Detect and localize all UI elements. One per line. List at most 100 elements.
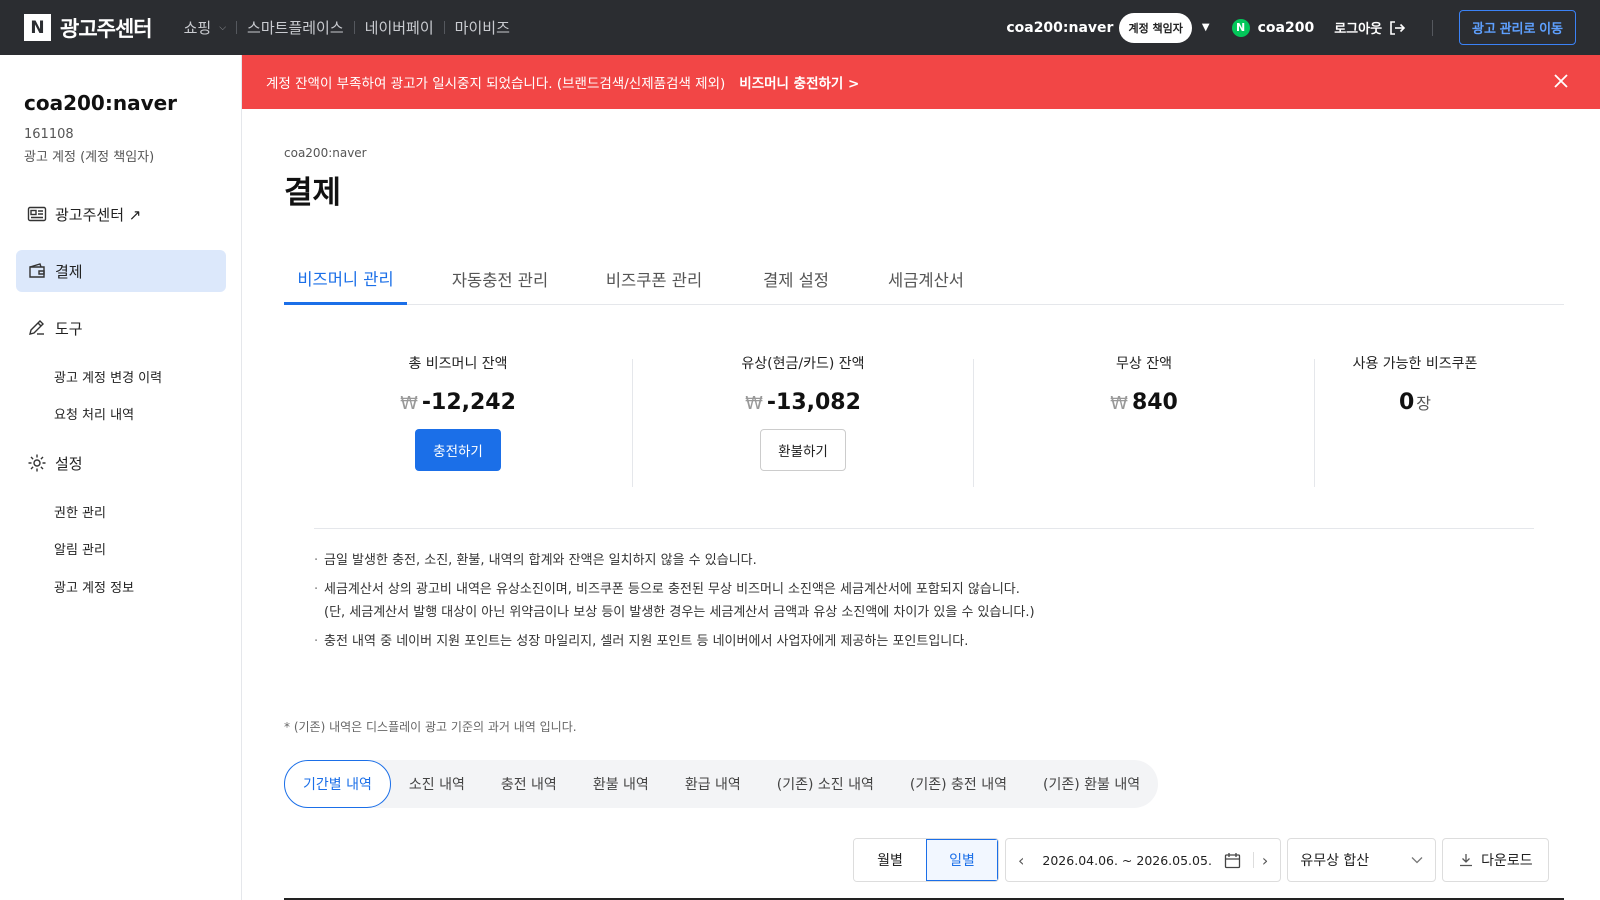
chevron-right-icon[interactable]: › <box>1262 851 1268 870</box>
currency-symbol: ₩ <box>400 393 418 414</box>
top-nav-label: 쇼핑 <box>183 19 212 37</box>
tab-tax-invoice[interactable]: 세금계산서 <box>876 253 976 305</box>
main-content: coa200:naver 결제 비즈머니 관리 자동충전 관리 비즈쿠폰 관리 … <box>242 109 1600 900</box>
charge-bizmoney-link[interactable]: 비즈머니 충전하기 > <box>739 72 859 92</box>
coupon-value: 0장 <box>1315 390 1515 415</box>
subtab-period-history[interactable]: 기간별 내역 <box>284 760 391 808</box>
legacy-history-note: * (기존) 내역은 디스플레이 광고 기준의 과거 내역 입니다. <box>284 720 577 734</box>
pencil-icon <box>29 320 44 335</box>
amount: -13,082 <box>766 390 861 415</box>
notice-item: 세금계산서 상의 광고비 내역은 유상소진이며, 비즈쿠폰 등으로 충전된 무상… <box>314 578 1035 601</box>
coupon-count: 0 <box>1398 390 1415 415</box>
total-balance: 총 비즈머니 잔액 ₩ -12,242 충전하기 <box>284 353 632 488</box>
calendar-icon[interactable] <box>1224 852 1241 869</box>
sidebar-account-role: 광고 계정 (계정 책임자) <box>24 150 155 165</box>
date-range-text[interactable]: 2026.04.06. ~ 2026.05.05. <box>1042 853 1212 868</box>
balance-alert-banner: 계정 잔액이 부족하여 광고가 일시중지 되었습니다. (브랜드검색/신제품검색… <box>242 55 1600 109</box>
refund-button[interactable]: 환불하기 <box>760 429 846 471</box>
subtab-refund-history[interactable]: 환불 내역 <box>575 760 667 808</box>
sidebar: coa200:naver 161108 광고 계정 (계정 책임자) 광고주센터… <box>0 55 242 900</box>
history-subtabs: 기간별 내역 소진 내역 충전 내역 환불 내역 환급 내역 (기존) 소진 내… <box>284 760 1159 808</box>
charge-button[interactable]: 충전하기 <box>415 429 501 471</box>
sidebar-sub-notifications[interactable]: 알림 관리 <box>54 539 106 558</box>
divider <box>314 528 1534 529</box>
top-nav-mybiz[interactable]: 마이비즈 <box>445 17 520 38</box>
date-range-picker: ‹ 2026.04.06. ~ 2026.05.05. › <box>1005 838 1282 882</box>
tab-bizcoupon[interactable]: 비즈쿠폰 관리 <box>592 253 716 305</box>
page-title: 결제 <box>284 175 342 211</box>
alert-message: 계정 잔액이 부족하여 광고가 일시중지 되었습니다. (브랜드검색/신제품검색… <box>266 76 726 92</box>
select-value: 유무상 합산 <box>1300 853 1370 869</box>
tab-payment-settings[interactable]: 결제 설정 <box>746 253 846 305</box>
notice-item: 금일 발생한 충전, 소진, 환불, 내역의 합계와 잔액은 일치하지 않을 수… <box>314 549 1035 572</box>
user-name: coa200 <box>1257 19 1315 36</box>
logout-button[interactable]: 로그아웃 <box>1334 18 1406 37</box>
sidebar-item-settings[interactable]: 설정 <box>16 442 226 484</box>
logout-label: 로그아웃 <box>1334 22 1383 37</box>
download-button[interactable]: 다운로드 <box>1442 838 1550 882</box>
newspaper-icon <box>27 206 47 222</box>
currency-symbol: ₩ <box>1110 393 1128 414</box>
paid-balance: 유상(현금/카드) 잔액 ₩ -13,082 환불하기 <box>633 353 973 488</box>
tab-auto-charge[interactable]: 자동충전 관리 <box>438 253 562 305</box>
free-balance-label: 무상 잔액 <box>1116 356 1172 372</box>
subtab-legacy-spend[interactable]: (기존) 소진 내역 <box>759 760 892 808</box>
available-coupons: 사용 가능한 비즈쿠폰 0장 <box>1315 353 1515 488</box>
logout-icon <box>1390 20 1406 35</box>
close-icon[interactable] <box>1552 72 1570 90</box>
logo[interactable]: N 광고주센터 <box>24 13 153 43</box>
sidebar-sub-account-history[interactable]: 광고 계정 변경 이력 <box>54 367 162 386</box>
sidebar-item-label: 도구 <box>55 319 83 338</box>
period-toggle: 월별 일별 <box>853 838 999 882</box>
divider <box>1432 19 1434 36</box>
top-nav: 쇼핑 ⌵ 스마트플레이스 네이버페이 마이비즈 <box>174 17 520 38</box>
subtab-spend-history[interactable]: 소진 내역 <box>391 760 483 808</box>
daily-toggle[interactable]: 일별 <box>926 839 998 881</box>
subtab-charge-history[interactable]: 충전 내역 <box>483 760 575 808</box>
wallet-icon <box>29 263 45 278</box>
sidebar-item-label: 설정 <box>55 454 83 473</box>
sidebar-item-ad-center[interactable]: 광고주센터 ↗ <box>16 193 226 235</box>
sidebar-item-tools[interactable]: 도구 <box>16 307 226 349</box>
top-nav-smartplace[interactable]: 스마트플레이스 <box>237 17 354 38</box>
top-nav-shopping[interactable]: 쇼핑 ⌵ <box>174 17 236 38</box>
logo-text: 광고주센터 <box>60 16 153 41</box>
balance-summary: 총 비즈머니 잔액 ₩ -12,242 충전하기 유상(현금/카드) 잔액 ₩ -1… <box>284 353 1564 488</box>
sidebar-account-id: 161108 <box>24 127 74 142</box>
tab-bizmoney[interactable]: 비즈머니 관리 <box>284 253 407 305</box>
download-label: 다운로드 <box>1481 853 1533 869</box>
subtab-legacy-charge[interactable]: (기존) 충전 내역 <box>892 760 1025 808</box>
total-balance-label: 총 비즈머니 잔액 <box>408 356 508 372</box>
sidebar-sub-account-info[interactable]: 광고 계정 정보 <box>54 577 134 596</box>
divider <box>1252 852 1254 868</box>
monthly-toggle[interactable]: 월별 <box>854 839 926 881</box>
user-avatar-icon: N <box>1231 18 1250 37</box>
sidebar-sub-permissions[interactable]: 권한 관리 <box>54 502 106 521</box>
free-balance-value: ₩840 <box>974 390 1314 415</box>
notice-list: 금일 발생한 충전, 소진, 환불, 내역의 합계와 잔액은 일치하지 않을 수… <box>314 549 1035 659</box>
sidebar-item-label: 결제 <box>55 262 83 281</box>
sidebar-account-info: coa200:naver 161108 광고 계정 (계정 책임자) <box>24 91 177 165</box>
sidebar-item-label: 광고주센터 ↗ <box>55 205 142 224</box>
paid-free-filter-select[interactable]: 유무상 합산 <box>1287 838 1437 882</box>
coupon-label: 사용 가능한 비즈쿠폰 <box>1352 356 1478 372</box>
go-to-ad-management-button[interactable]: 광고 관리로 이동 <box>1459 10 1576 45</box>
amount: -12,242 <box>421 390 516 415</box>
sidebar-item-payment[interactable]: 결제 <box>16 250 226 292</box>
chevron-down-icon: ⌵ <box>219 22 227 33</box>
naver-logo-icon: N <box>24 14 51 41</box>
account-role-badge: 계정 책임자 <box>1119 12 1192 43</box>
currency-symbol: ₩ <box>745 393 763 414</box>
top-navigation-bar: N 광고주센터 쇼핑 ⌵ 스마트플레이스 네이버페이 마이비즈 coa200:n… <box>0 0 1600 55</box>
sidebar-sub-request-history[interactable]: 요청 처리 내역 <box>54 404 134 423</box>
total-balance-value: ₩ -12,242 <box>284 390 632 415</box>
coupon-unit: 장 <box>1416 394 1432 413</box>
notice-item-continued: (단, 세금계산서 발행 대상이 아닌 위약금이나 보상 등이 발생한 경우는 … <box>324 605 1035 620</box>
download-icon <box>1460 854 1473 867</box>
subtab-reimburse-history[interactable]: 환급 내역 <box>667 760 759 808</box>
amount: 840 <box>1131 390 1178 415</box>
chevron-left-icon[interactable]: ‹ <box>1018 851 1024 870</box>
caret-down-icon[interactable]: ▼ <box>1202 22 1210 33</box>
subtab-legacy-refund[interactable]: (기존) 환불 내역 <box>1025 760 1158 808</box>
top-nav-naverpay[interactable]: 네이버페이 <box>355 17 444 38</box>
